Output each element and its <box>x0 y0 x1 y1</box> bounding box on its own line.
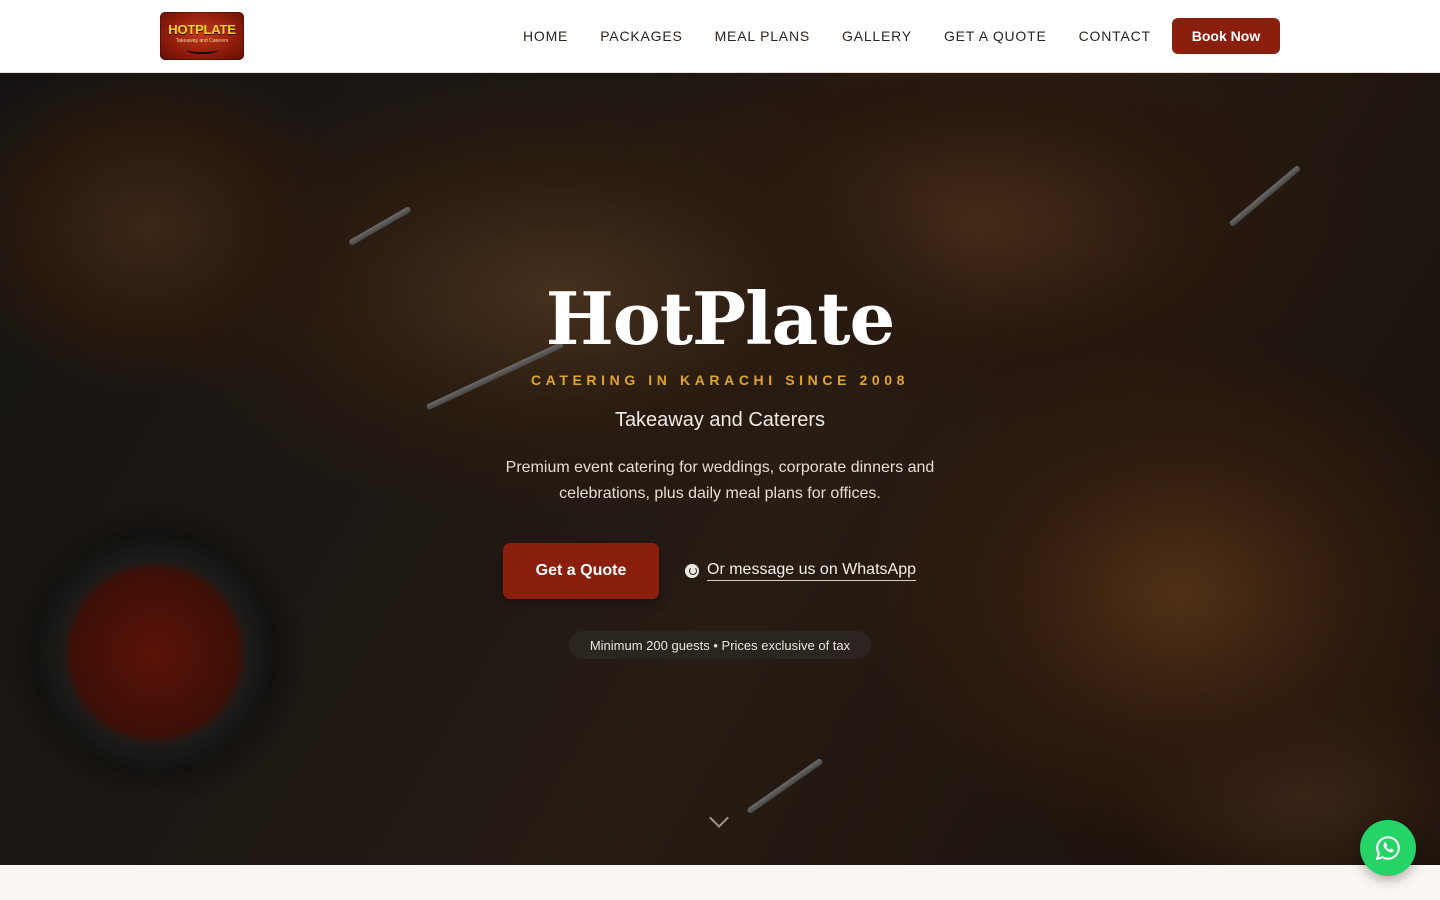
nav-get-a-quote[interactable]: GET A QUOTE <box>928 28 1063 44</box>
hero-description: Premium event catering for weddings, cor… <box>505 459 935 502</box>
whatsapp-link[interactable]: Or message us on WhatsApp <box>685 561 916 581</box>
whatsapp-float-button[interactable] <box>1360 820 1416 876</box>
get-a-quote-button[interactable]: Get a Quote <box>503 543 659 599</box>
site-header: HOTPLATE Takeaway and Caterers HOME PACK… <box>0 0 1440 73</box>
nav-packages[interactable]: PACKAGES <box>584 28 698 44</box>
whatsapp-icon <box>1375 836 1400 861</box>
hero-tagline: Takeaway and Caterers <box>614 409 826 431</box>
hero-kicker: CATERING IN KARACHI SINCE 2008 <box>530 372 910 388</box>
book-now-button[interactable]: Book Now <box>1172 18 1280 54</box>
nav-home[interactable]: HOME <box>507 28 584 44</box>
hero-section: HotPlate CATERING IN KARACHI SINCE 2008 … <box>0 73 1440 865</box>
nav-gallery[interactable]: GALLERY <box>826 28 928 44</box>
next-section-strip <box>0 865 1440 900</box>
hero-title: HotPlate <box>545 276 896 361</box>
hero-cta-row: Get a Quote Or message us on WhatsApp <box>503 543 916 599</box>
whatsapp-icon <box>685 564 699 578</box>
logo[interactable]: HOTPLATE Takeaway and Caterers <box>160 12 244 60</box>
nav-meal-plans[interactable]: MEAL PLANS <box>699 28 826 44</box>
main-nav: HOME PACKAGES MEAL PLANS GALLERY GET A Q… <box>507 0 1167 72</box>
logo-plate-graphic <box>186 46 218 54</box>
logo-text: HOTPLATE <box>168 22 236 37</box>
logo-subtext: Takeaway and Caterers <box>175 38 229 44</box>
whatsapp-link-text: Or message us on WhatsApp <box>707 561 916 581</box>
nav-contact[interactable]: CONTACT <box>1063 28 1167 44</box>
hero-note-badge: Minimum 200 guests • Prices exclusive of… <box>569 631 871 659</box>
